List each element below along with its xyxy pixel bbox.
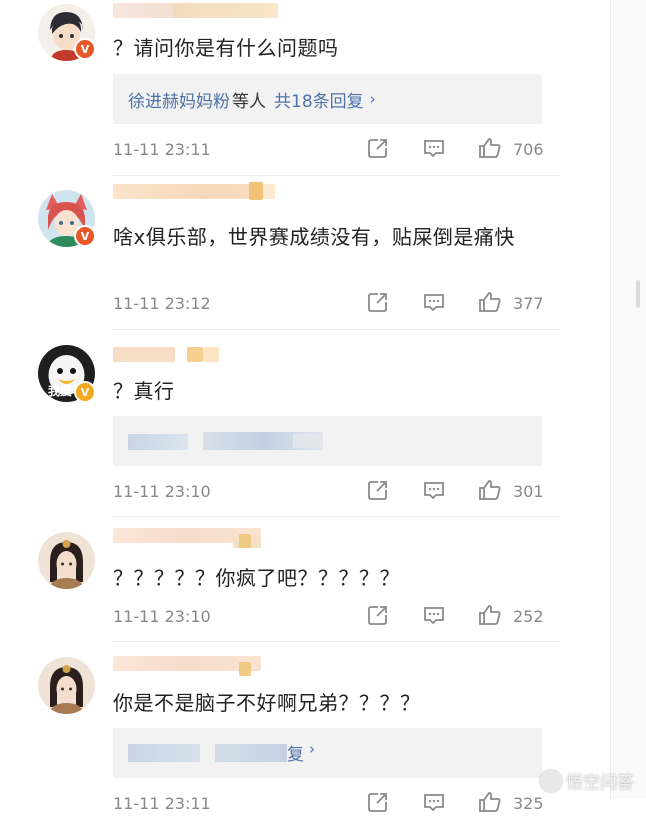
reply-count-tail[interactable]: 复 [287, 740, 304, 765]
comment-meta: 11-11 23:12 377 [113, 290, 544, 318]
comment-text: ？？？？？你疯了吧？？？？？ [113, 566, 400, 590]
chevron-right-icon: › [309, 740, 315, 758]
comment-icon[interactable] [422, 290, 446, 314]
divider [113, 641, 560, 642]
divider [113, 175, 560, 176]
share-icon[interactable] [366, 136, 390, 160]
comment-text: 你是不是脑子不好啊兄弟？？？？ [113, 691, 421, 715]
scrollbar-thumb[interactable] [636, 280, 640, 308]
replies-summary[interactable]: 徐进赫妈妈粉 等人 共18条回复 › [113, 74, 542, 124]
replies-summary[interactable]: 复 › [113, 728, 542, 778]
chevron-right-icon: › [369, 90, 376, 108]
reply-others: 等人 [232, 91, 266, 112]
share-icon[interactable] [366, 790, 390, 814]
watermark: 悟空问答 [540, 768, 634, 793]
share-icon[interactable] [366, 478, 390, 502]
reply-names[interactable]: 徐进赫妈妈粉 [128, 87, 230, 112]
timestamp: 11-11 23:10 [113, 482, 211, 501]
comment-meta: 11-11 23:10 301 [113, 478, 544, 506]
side-panel [610, 0, 646, 799]
comment-meta: 11-11 23:11 706 [113, 136, 544, 164]
thumbs-up-icon[interactable] [478, 790, 502, 814]
share-icon[interactable] [366, 290, 390, 314]
timestamp: 11-11 23:11 [113, 794, 211, 813]
verified-badge-label: V [80, 385, 90, 399]
like-count: 325 [513, 794, 544, 813]
like-count: 706 [513, 140, 544, 159]
thumbs-up-icon[interactable] [478, 478, 502, 502]
comment-meta: 11-11 23:11 325 [113, 790, 544, 818]
verified-badge: V [74, 225, 96, 247]
thumbs-up-icon[interactable] [478, 136, 502, 160]
comment-icon[interactable] [422, 478, 446, 502]
verified-badge: V [74, 381, 96, 403]
comment-text: ？真行 [113, 379, 175, 403]
like-count: 301 [513, 482, 544, 501]
like-count: 252 [513, 607, 544, 626]
replies-summary[interactable] [113, 416, 542, 466]
share-icon[interactable] [366, 603, 390, 627]
timestamp: 11-11 23:12 [113, 294, 211, 313]
thumbs-up-icon[interactable] [478, 603, 502, 627]
comment-icon[interactable] [422, 790, 446, 814]
like-count: 377 [513, 294, 544, 313]
verified-badge-label: V [80, 42, 90, 56]
comment-meta: 11-11 23:10 252 [113, 603, 544, 631]
comment-icon[interactable] [422, 603, 446, 627]
thumbs-up-icon[interactable] [478, 290, 502, 314]
divider [113, 329, 560, 330]
comment-text: ？请问你是有什么问题吗 [113, 36, 339, 60]
divider [113, 516, 560, 517]
timestamp: 11-11 23:11 [113, 140, 211, 159]
timestamp: 11-11 23:10 [113, 607, 211, 626]
verified-badge: V [74, 38, 96, 60]
avatar[interactable] [38, 657, 95, 714]
avatar[interactable] [38, 532, 95, 589]
comment-icon[interactable] [422, 136, 446, 160]
avatar-label: 我爱 [48, 384, 73, 398]
wukong-logo-icon [540, 769, 562, 792]
verified-badge-label: V [80, 229, 90, 243]
reply-count[interactable]: 共18条回复 [274, 87, 364, 112]
watermark-text: 悟空问答 [566, 773, 634, 793]
comment-text: 啥x俱乐部，世界赛成绩没有，贴屎倒是痛快 [113, 225, 515, 249]
